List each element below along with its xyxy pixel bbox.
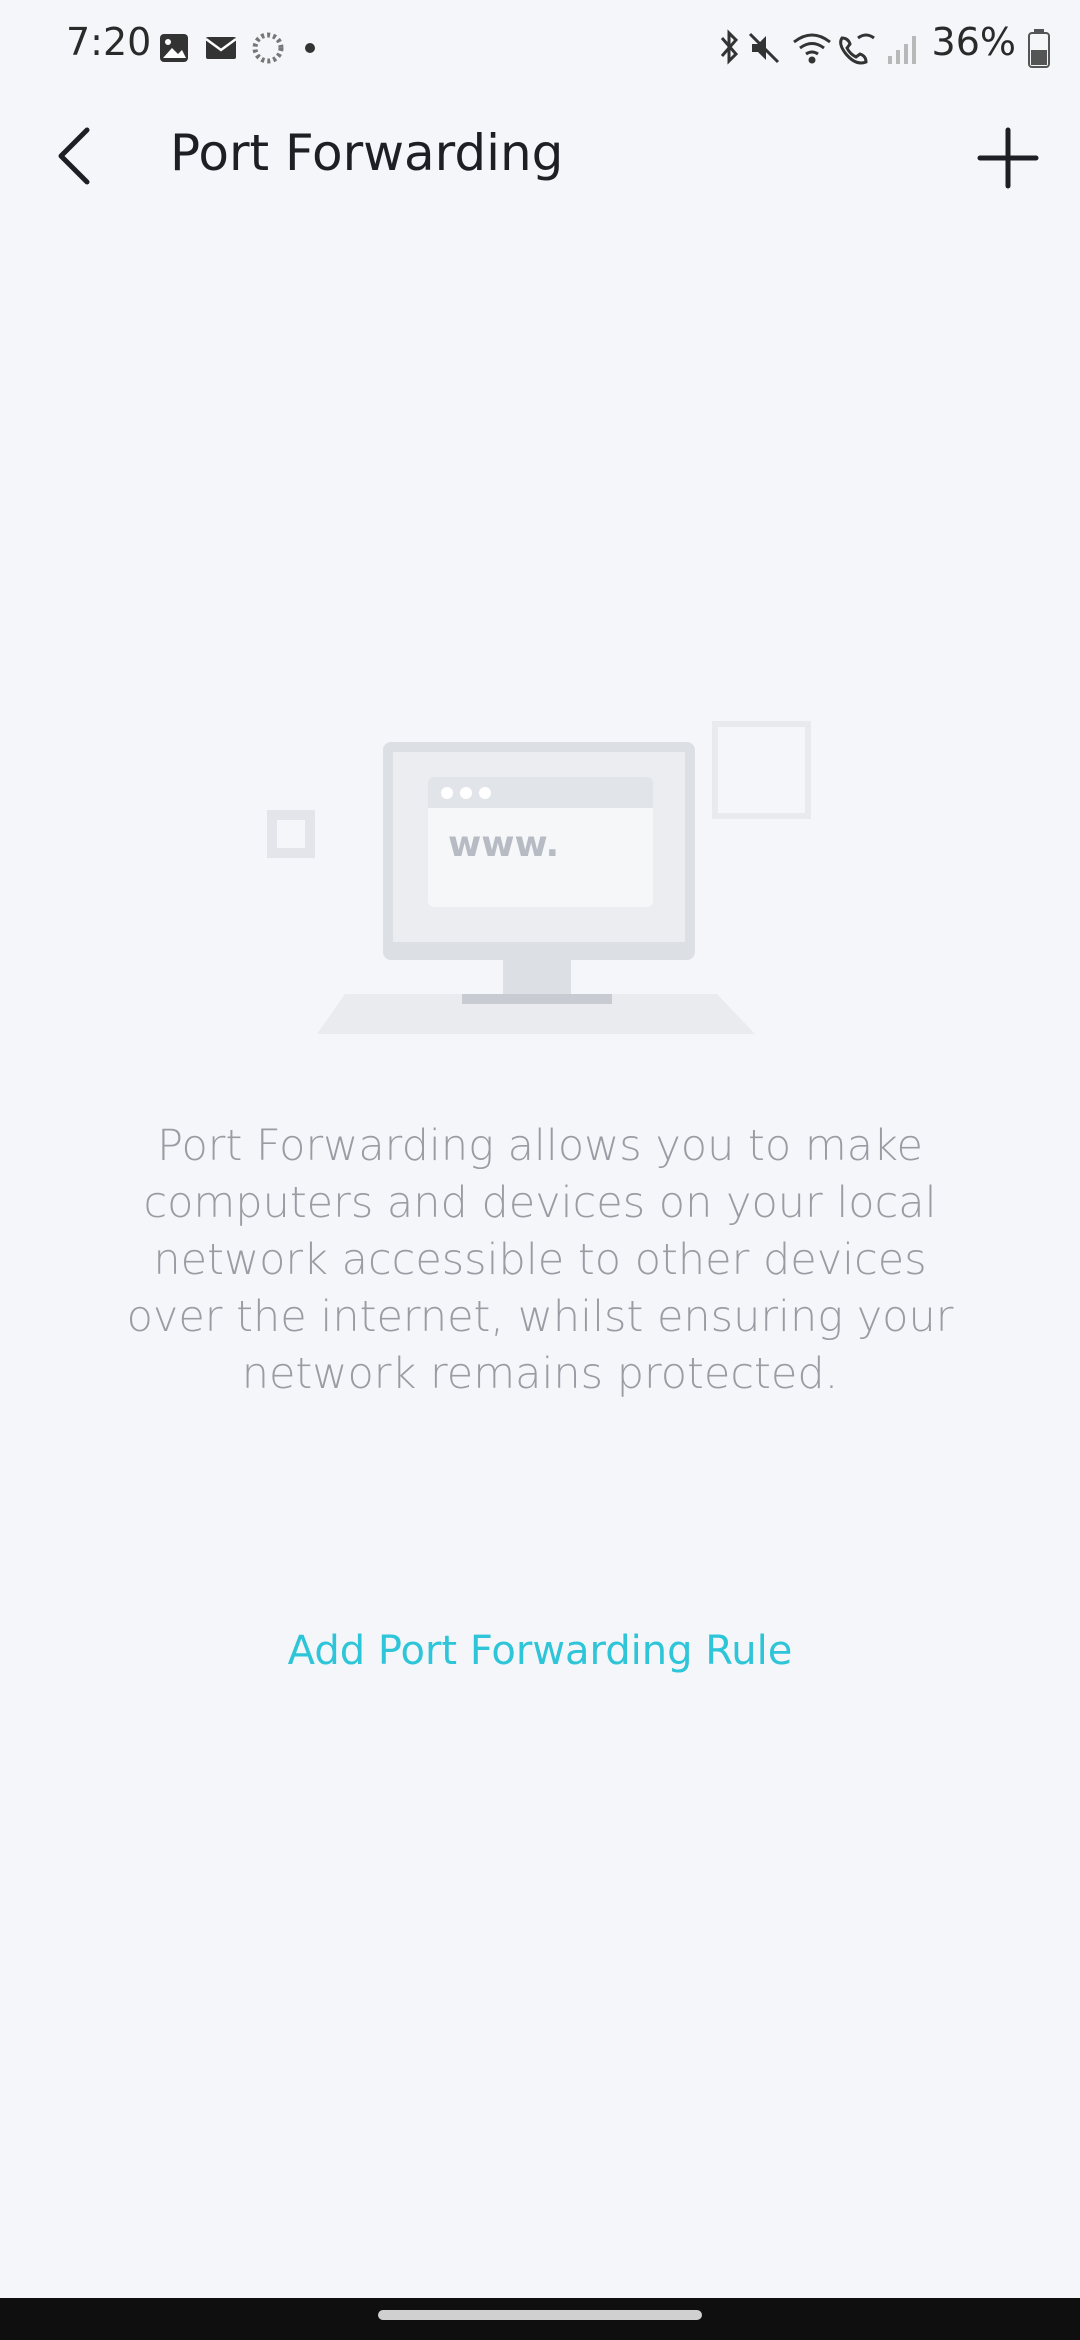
status-bar: 7:20 36%: [0, 0, 1080, 96]
add-port-forwarding-rule-link[interactable]: Add Port Forwarding Rule: [200, 1628, 880, 1674]
browser-dot: [479, 787, 491, 799]
dot-icon: [305, 43, 315, 53]
monitor-foot: [462, 994, 612, 1004]
app-bar: Port Forwarding: [0, 96, 1080, 216]
browser-url-text: www.: [448, 824, 559, 865]
status-left-icons: [160, 32, 315, 64]
empty-state-description: Port Forwarding allows you to make compu…: [126, 1121, 954, 1399]
page-title: Port Forwarding: [170, 124, 564, 182]
mail-icon: [205, 37, 237, 59]
back-button[interactable]: [40, 114, 110, 198]
decor-square-large: [712, 721, 811, 819]
bluetooth-icon: [720, 29, 739, 65]
browser-dot: [441, 787, 453, 799]
gallery-icon: [160, 34, 188, 62]
empty-state-illustration: www.: [267, 721, 811, 1034]
system-nav-bar: [0, 2298, 1080, 2340]
battery-icon: [1028, 29, 1050, 68]
browser-dot: [460, 787, 472, 799]
signal-icon: [888, 36, 916, 64]
decor-square-small: [267, 810, 315, 858]
wifi-call-icon: [839, 33, 875, 65]
monitor-stand: [503, 958, 571, 996]
wifi-icon: [793, 33, 831, 64]
sync-icon: [252, 32, 284, 64]
mute-icon: [748, 32, 780, 64]
status-time: 7:20: [66, 20, 152, 64]
home-indicator[interactable]: [378, 2310, 702, 2320]
plus-icon: [977, 127, 1039, 189]
add-button[interactable]: [966, 116, 1050, 200]
status-right-icons: [720, 29, 916, 65]
chevron-left-icon: [58, 127, 90, 185]
battery-percent: 36%: [931, 20, 1016, 64]
